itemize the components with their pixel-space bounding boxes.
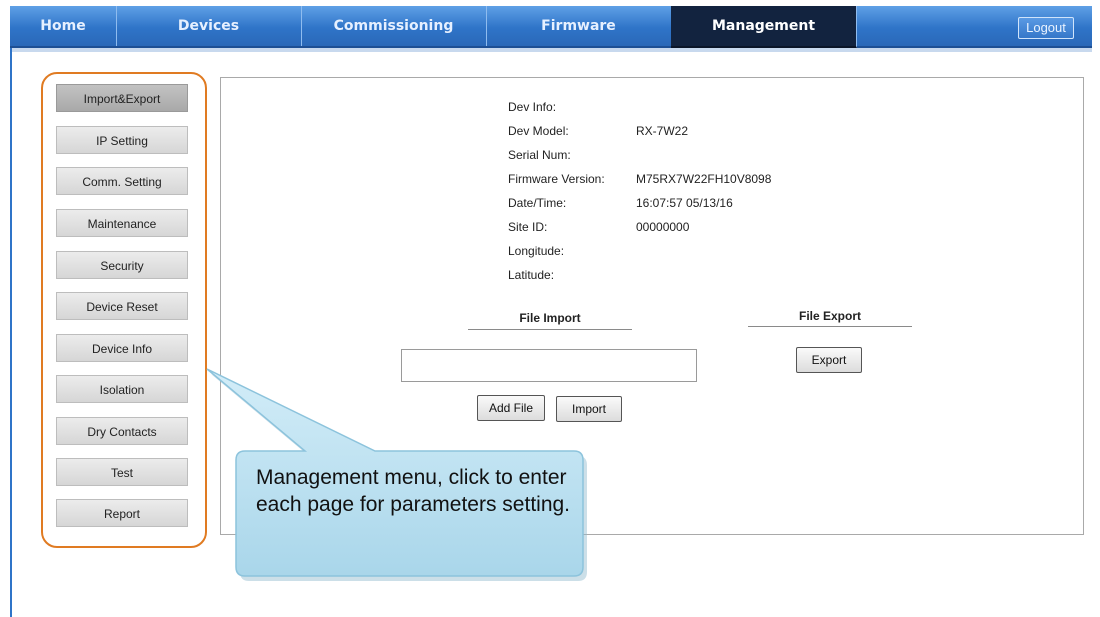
callout-bubble (206, 368, 587, 581)
callout-text: Management menu, click to enter each pag… (256, 466, 571, 516)
